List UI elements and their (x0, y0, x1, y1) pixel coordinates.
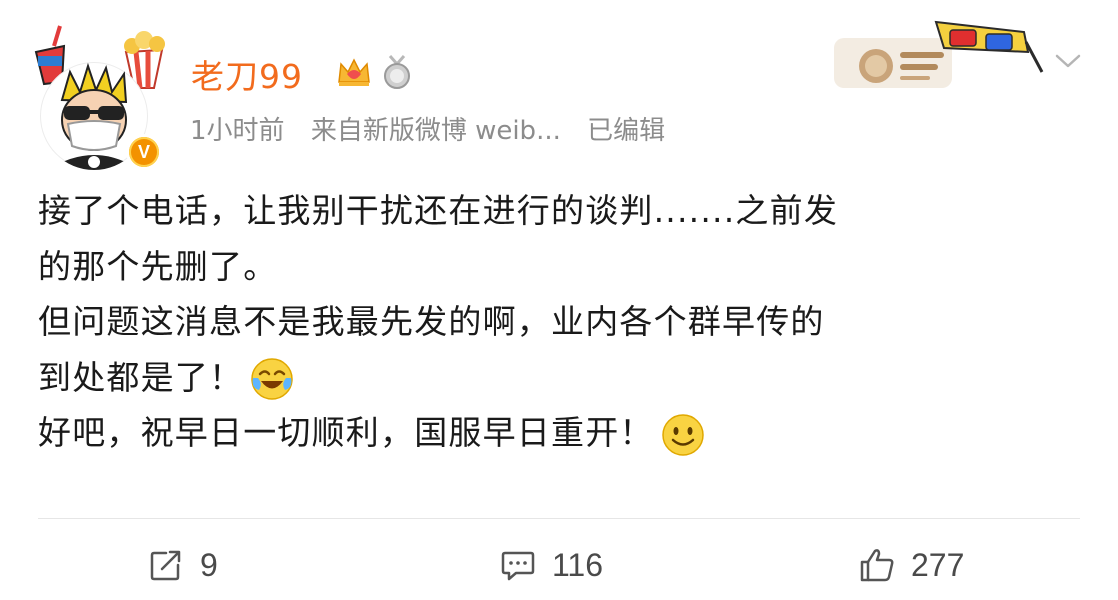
post-meta: 1小时前 来自新版微博 weib... 已编辑 (190, 110, 683, 147)
comment-icon (501, 551, 535, 581)
avatar[interactable]: V (30, 22, 170, 170)
post-source[interactable]: 来自新版微博 weib... (311, 116, 561, 146)
verified-badge-icon: V (126, 134, 162, 170)
thumbs-up-icon (860, 549, 894, 582)
repost-count: 9 (200, 546, 218, 583)
like-button[interactable]: 277 (857, 540, 964, 590)
event-badge-icon[interactable] (828, 12, 1048, 92)
smile-emoji-icon (661, 413, 704, 456)
comment-count: 116 (552, 546, 604, 583)
content-line: 的那个先删了。 (38, 246, 278, 286)
content-line: 到处都是了！ (38, 350, 1078, 406)
content-line: 好吧，祝早日一切顺利，国服早日重开！ (38, 405, 1078, 461)
chevron-down-icon[interactable] (1053, 50, 1083, 72)
crown-icon[interactable] (335, 54, 373, 90)
repost-button[interactable]: 9 (146, 540, 218, 590)
like-count: 277 (911, 546, 965, 583)
content-line-text: 好吧，祝早日一切顺利，国服早日重开！ (38, 413, 654, 452)
content-line: 接了个电话，让我别干扰还在进行的谈判.......之前发 (38, 191, 839, 230)
content-line-text: 到处都是了！ (38, 357, 244, 397)
divider (38, 518, 1080, 519)
edited-label[interactable]: 已编辑 (587, 116, 665, 146)
medal-icon[interactable] (378, 54, 416, 90)
content-line: 但问题这消息不是我最先发的啊，业内各个群早传的 (38, 302, 825, 341)
laughing-crying-emoji-icon (251, 358, 293, 400)
comment-button[interactable]: 116 (498, 540, 603, 590)
repost-icon (150, 550, 181, 581)
username[interactable]: 老刀99 (191, 50, 303, 98)
post-content: 接了个电话，让我别干扰还在进行的谈判.......之前发 的那个先删了。 但问题… (38, 183, 1078, 461)
post-time: 1小时前 (190, 116, 285, 146)
verified-badge-label: V (129, 137, 159, 167)
